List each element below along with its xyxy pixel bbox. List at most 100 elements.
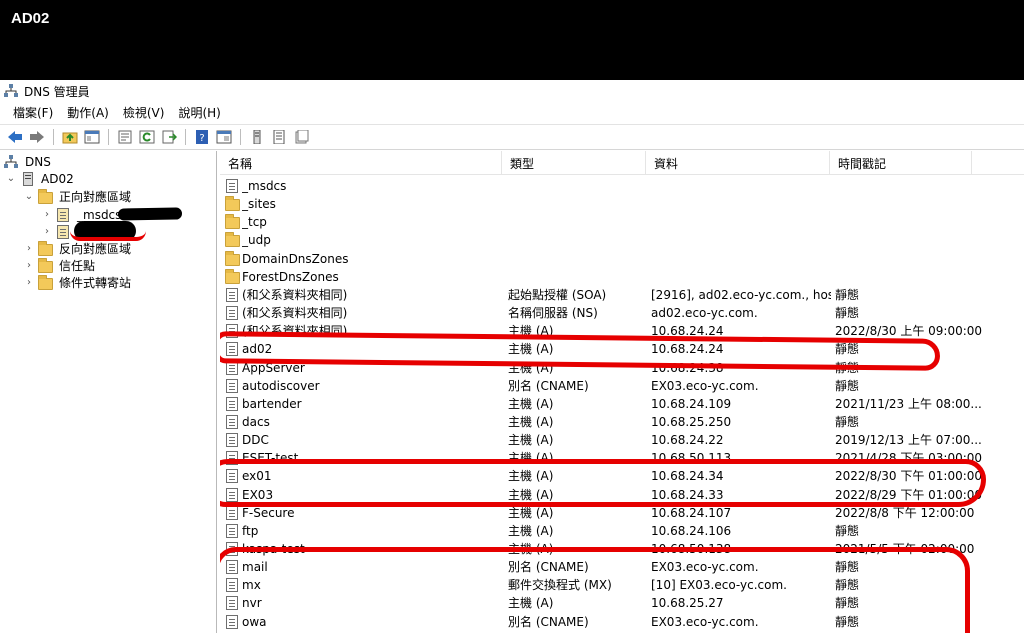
tree-label-msdcs: _msdcs.	[77, 207, 126, 222]
column-header-type[interactable]: 類型	[502, 151, 646, 175]
menu-action[interactable]: 動作(A)	[60, 104, 116, 121]
dns-record-icon	[225, 578, 239, 593]
record-type	[508, 195, 646, 213]
menu-view[interactable]: 檢視(V)	[116, 104, 172, 121]
table-row[interactable]: autodiscover 別名 (CNAME) EX03.eco-yc.com. 靜態	[220, 377, 1024, 395]
tree-node-trust-points[interactable]: › 信任點	[24, 257, 95, 274]
record-timestamp: 2021/5/5 下午 02:00:00	[835, 542, 975, 556]
toolbar-separator	[53, 129, 54, 145]
record-icon[interactable]	[291, 127, 311, 147]
table-row[interactable]: _sites	[220, 195, 1024, 213]
table-row[interactable]: ad02 主機 (A) 10.68.24.24 靜態	[220, 340, 1024, 358]
record-name: owa	[242, 614, 267, 629]
table-row[interactable]: owa 別名 (CNAME) EX03.eco-yc.com. 靜態	[220, 613, 1024, 631]
list-icon[interactable]	[269, 127, 289, 147]
chevron-right-icon[interactable]: ›	[42, 226, 52, 237]
show-tree-icon[interactable]	[82, 127, 102, 147]
dns-record-icon	[225, 324, 239, 339]
tree-node-conditional-forwarders[interactable]: › 條件式轉寄站	[24, 274, 131, 291]
record-data: 10.68.24.109	[651, 396, 732, 411]
record-timestamp: 2019/12/13 上午 07:00...	[835, 433, 982, 448]
dns-record-icon	[225, 487, 239, 502]
record-data: 10.68.24.24	[651, 324, 724, 339]
record-type: 主機 (A)	[508, 523, 554, 538]
record-type	[508, 213, 646, 231]
record-data: EX03.eco-yc.com.	[651, 614, 759, 629]
table-row[interactable]: bartender 主機 (A) 10.68.24.109 2021/11/23 上午…	[220, 395, 1024, 413]
record-data: 10.68.24.107	[651, 505, 732, 520]
folder-icon	[225, 232, 240, 248]
table-row[interactable]: kaspa-test 主機 (A) 10.68.50.138 2021/5/5 下午 …	[220, 540, 1024, 558]
table-row[interactable]: (和父系資料夾相同) 主機 (A) 10.68.24.24 2022/8/30 上午 …	[220, 322, 1024, 340]
record-data: 10.68.25.250	[651, 414, 732, 429]
chevron-right-icon[interactable]: ›	[24, 243, 34, 254]
toolbar-separator	[240, 129, 241, 145]
record-name: DDC	[242, 433, 269, 448]
table-row[interactable]: dacs 主機 (A) 10.68.25.250 靜態	[220, 413, 1024, 431]
table-row[interactable]: nvr 主機 (A) 10.68.25.27 靜態	[220, 594, 1024, 612]
tree-node-dns[interactable]: DNS	[4, 153, 51, 170]
record-timestamp: 2022/8/8 下午 12:00:00	[835, 505, 975, 520]
chevron-down-icon[interactable]: ⌄	[6, 173, 16, 184]
dns-record-icon	[225, 396, 239, 411]
record-timestamp: 靜態	[835, 414, 860, 429]
column-header-data[interactable]: 資料	[646, 151, 830, 175]
chevron-right-icon[interactable]: ›	[24, 277, 34, 288]
table-row[interactable]: _udp	[220, 231, 1024, 249]
record-name: kaspa-test	[242, 542, 305, 556]
column-header-timestamp[interactable]: 時間戳記	[830, 151, 972, 175]
record-timestamp	[835, 213, 1015, 231]
table-row[interactable]: _msdcs	[220, 177, 1024, 195]
record-timestamp: 靜態	[835, 342, 860, 357]
refresh-icon[interactable]	[137, 127, 157, 147]
table-row[interactable]: DDC 主機 (A) 10.68.24.22 2019/12/13 上午 07:00.…	[220, 431, 1024, 449]
table-row[interactable]: ESET-test 主機 (A) 10.68.50.113 2021/4/28 下午 …	[220, 449, 1024, 467]
up-folder-icon[interactable]	[60, 127, 80, 147]
record-name: EX03	[242, 487, 274, 502]
properties-icon[interactable]	[115, 127, 135, 147]
dns-record-icon	[225, 342, 239, 357]
table-row[interactable]: (和父系資料夾相同) 名稱伺服器 (NS) ad02.eco-yc.com. 靜態	[220, 304, 1024, 322]
dns-record-icon	[225, 505, 239, 520]
folder-icon	[225, 268, 240, 284]
record-timestamp: 2022/8/30 下午 01:00:00	[835, 469, 983, 484]
help-icon[interactable]: ?	[192, 127, 212, 147]
record-type: 主機 (A)	[508, 469, 554, 484]
tree-node-msdcs[interactable]: › _msdcs.	[42, 206, 125, 223]
table-row[interactable]: (和父系資料夾相同) 起始點授權 (SOA) [2916], ad02.eco-yc…	[220, 286, 1024, 304]
record-type	[508, 250, 646, 268]
chevron-down-icon[interactable]: ⌄	[24, 191, 34, 202]
tree-node-server[interactable]: ⌄ AD02	[6, 170, 74, 187]
back-icon[interactable]	[5, 127, 25, 147]
menu-file[interactable]: 檔案(F)	[6, 104, 60, 121]
chevron-right-icon[interactable]: ›	[42, 209, 52, 220]
record-timestamp: 2022/8/29 下午 01:00:00	[835, 487, 983, 502]
table-row[interactable]: mx 郵件交換程式 (MX) [10] EX03.eco-yc.com. 靜態	[220, 576, 1024, 594]
chevron-right-icon[interactable]: ›	[24, 260, 34, 271]
view-icon[interactable]	[214, 127, 234, 147]
tree-node-forward-zones[interactable]: ⌄ 正向對應區域	[24, 188, 131, 205]
tree-node-reverse-zones[interactable]: › 反向對應區域	[24, 240, 131, 257]
menu-help[interactable]: 說明(H)	[171, 104, 227, 121]
record-timestamp: 靜態	[835, 360, 860, 375]
table-row[interactable]: F-Secure 主機 (A) 10.68.24.107 2022/8/8 下午 12…	[220, 504, 1024, 522]
record-type: 主機 (A)	[508, 505, 554, 520]
record-timestamp	[835, 268, 1015, 286]
column-header-name[interactable]: 名稱	[220, 151, 502, 175]
table-row[interactable]: EX03 主機 (A) 10.68.24.33 2022/8/29 下午 01:00:…	[220, 486, 1024, 504]
record-type: 主機 (A)	[508, 596, 554, 611]
table-row[interactable]: DomainDnsZones	[220, 250, 1024, 268]
record-timestamp	[835, 195, 1015, 213]
record-name: ad02	[242, 342, 273, 357]
top-black-bar: AD02	[0, 0, 1024, 80]
table-row[interactable]: AppServer 主機 (A) 10.68.24.38 靜態	[220, 359, 1024, 377]
table-row[interactable]: _tcp	[220, 213, 1024, 231]
folder-icon	[38, 240, 54, 256]
table-row[interactable]: ForestDnsZones	[220, 268, 1024, 286]
export-icon[interactable]	[159, 127, 179, 147]
table-row[interactable]: mail 別名 (CNAME) EX03.eco-yc.com. 靜態	[220, 558, 1024, 576]
forward-icon[interactable]	[27, 127, 47, 147]
table-row[interactable]: ftp 主機 (A) 10.68.24.106 靜態	[220, 522, 1024, 540]
table-row[interactable]: ex01 主機 (A) 10.68.24.34 2022/8/30 下午 01:00:…	[220, 467, 1024, 485]
server-icon[interactable]	[247, 127, 267, 147]
